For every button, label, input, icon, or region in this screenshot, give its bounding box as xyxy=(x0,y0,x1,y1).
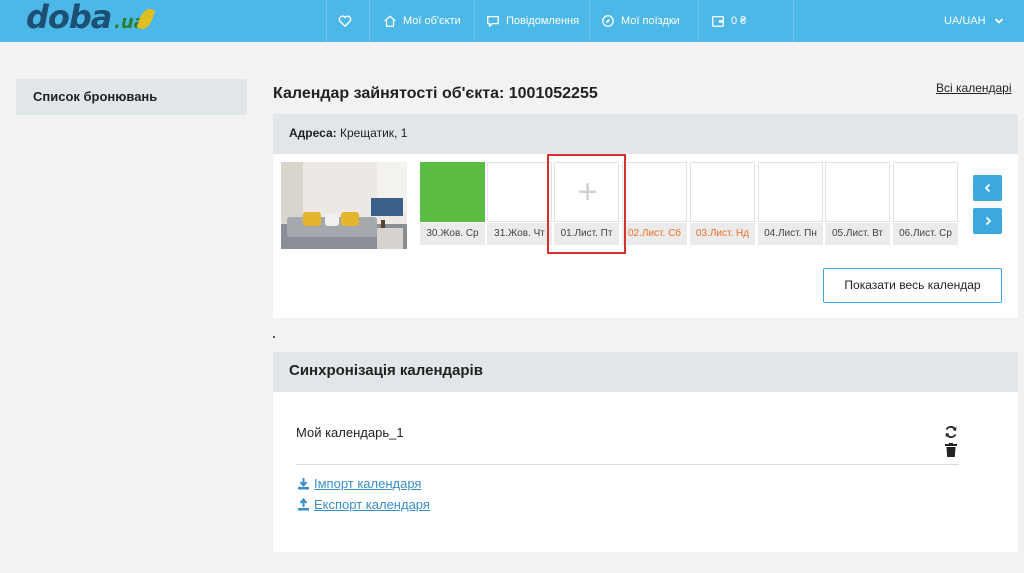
calendar-day[interactable]: 06.Лист. Ср xyxy=(893,162,958,245)
export-calendar-link[interactable]: Експорт календаря xyxy=(297,497,430,512)
favorites-button[interactable] xyxy=(327,0,369,42)
nav-divider xyxy=(698,0,699,42)
day-cell-free[interactable] xyxy=(893,162,958,222)
day-label: 05.Лист. Вт xyxy=(825,223,890,245)
calendar-name: Мой календарь_1 xyxy=(296,425,404,440)
day-label: 31.Жов. Чт xyxy=(487,223,552,245)
refresh-icon[interactable] xyxy=(944,425,958,439)
calendar-day[interactable]: 30.Жов. Ср xyxy=(420,162,485,245)
language-label: UA/UAH xyxy=(944,15,986,27)
messages-link[interactable]: Повідомлення xyxy=(486,0,579,42)
calendar-day-selected[interactable]: + 01.Лист. Пт xyxy=(554,162,619,245)
export-label: Експорт календаря xyxy=(314,497,430,512)
prev-dates-button[interactable] xyxy=(973,175,1002,201)
day-cell-busy[interactable] xyxy=(420,162,485,222)
all-calendars-link[interactable]: Всі календарі xyxy=(936,81,1012,95)
trash-icon[interactable] xyxy=(945,443,957,457)
day-label: 02.Лист. Сб xyxy=(622,223,687,245)
day-label: 01.Лист. Пт xyxy=(554,223,619,245)
add-icon: + xyxy=(577,173,598,211)
page-title: Календар зайнятості об'єкта: 1001052255 xyxy=(273,85,598,102)
day-label: 04.Лист. Пн xyxy=(758,223,823,245)
nav-label: Мої поїздки xyxy=(621,15,680,27)
calendar-day[interactable]: 03.Лист. Нд xyxy=(690,162,755,245)
address-bar: Адреса: Крещатик, 1 xyxy=(273,114,1018,154)
sidebar-item-label: Список бронювань xyxy=(33,89,158,104)
logo[interactable]: doba .ua xyxy=(26,0,156,38)
compass-icon xyxy=(602,15,614,27)
day-cell-free[interactable] xyxy=(690,162,755,222)
my-trips-link[interactable]: Мої поїздки xyxy=(601,0,680,42)
nav-divider xyxy=(589,0,590,42)
heart-icon xyxy=(338,15,352,27)
property-photo xyxy=(281,162,407,249)
day-cell-free[interactable] xyxy=(825,162,890,222)
chevron-down-icon xyxy=(994,18,1003,24)
nav-divider xyxy=(369,0,370,42)
message-icon xyxy=(487,15,499,27)
chevron-right-icon xyxy=(985,216,991,226)
show-full-calendar-button[interactable]: Показати весь календар xyxy=(823,268,1002,303)
address-value: Крещатик, 1 xyxy=(336,126,408,140)
nav-divider xyxy=(793,0,794,42)
import-calendar-link[interactable]: Імпорт календаря xyxy=(297,476,421,491)
separator-dot xyxy=(273,336,275,338)
day-cell-free[interactable] xyxy=(622,162,687,222)
calendar-day[interactable]: 04.Лист. Пн xyxy=(758,162,823,245)
calendar-day[interactable]: 02.Лист. Сб xyxy=(622,162,687,245)
download-icon xyxy=(298,478,309,490)
home-icon xyxy=(384,15,396,27)
sync-title: Синхронізація календарів xyxy=(273,352,1018,392)
language-currency-selector[interactable]: UA/UAH xyxy=(944,0,1004,42)
sidebar-item-bookings[interactable]: Список бронювань xyxy=(16,79,247,115)
day-label: 06.Лист. Ср xyxy=(893,223,958,245)
day-cell-free[interactable]: + xyxy=(554,162,619,222)
nav-divider xyxy=(474,0,475,42)
address-label: Адреса: xyxy=(289,126,337,140)
import-label: Імпорт календаря xyxy=(314,476,422,491)
calendar-day[interactable]: 31.Жов. Чт xyxy=(487,162,552,245)
my-objects-link[interactable]: Мої об'єкти xyxy=(383,0,461,42)
wallet-icon xyxy=(712,15,724,27)
calendar-day[interactable]: 05.Лист. Вт xyxy=(825,162,890,245)
next-dates-button[interactable] xyxy=(973,208,1002,234)
wallet-link[interactable]: 0 ₴ xyxy=(711,0,746,42)
nav-label: Повідомлення xyxy=(506,15,580,27)
day-label: 30.Жов. Ср xyxy=(420,223,485,245)
day-cell-free[interactable] xyxy=(487,162,552,222)
top-navigation: doba .ua Мої об'єкти Повідомлення Мої по… xyxy=(0,0,1024,42)
divider xyxy=(296,464,959,465)
chevron-left-icon xyxy=(984,183,990,193)
day-cell-free[interactable] xyxy=(758,162,823,222)
day-label: 03.Лист. Нд xyxy=(690,223,755,245)
calendar-sync-panel: Синхронізація календарів Мой календарь_1… xyxy=(273,352,1018,552)
wallet-balance: 0 ₴ xyxy=(731,15,747,27)
upload-icon xyxy=(298,498,309,511)
nav-label: Мої об'єкти xyxy=(403,15,461,27)
